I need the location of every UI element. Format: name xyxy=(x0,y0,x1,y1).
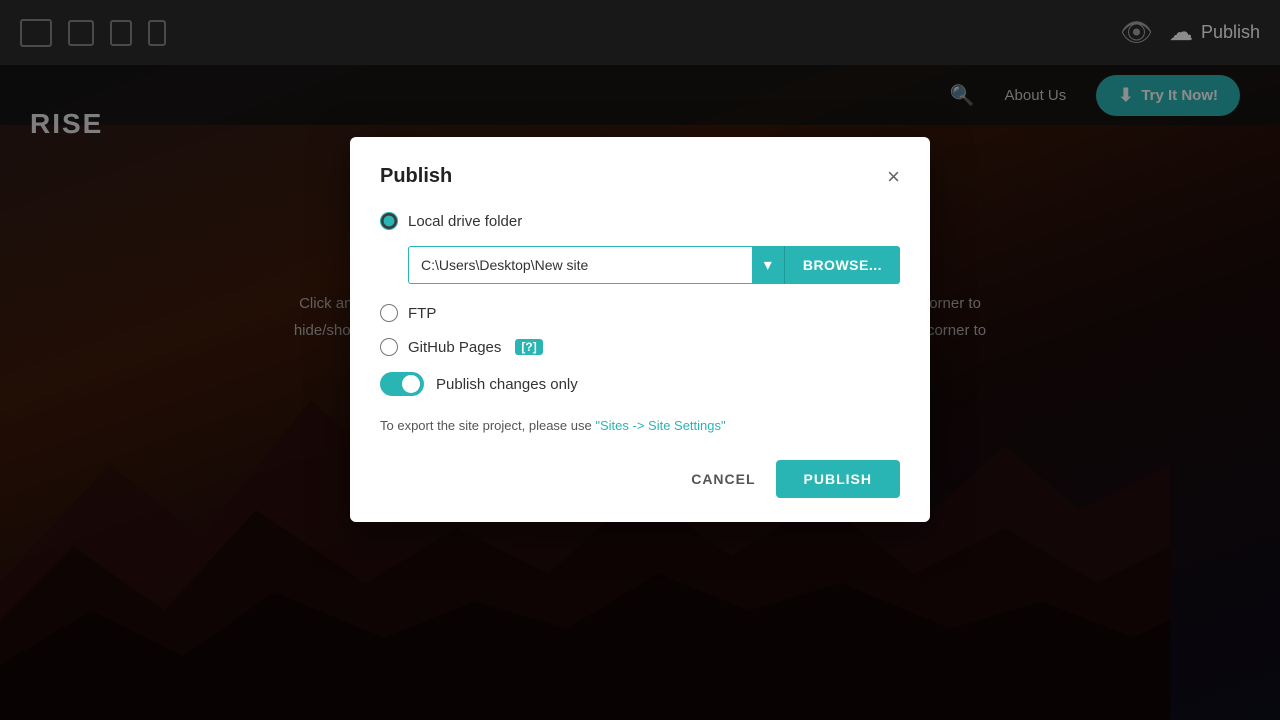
help-badge[interactable]: [?] xyxy=(515,339,542,355)
local-drive-radio[interactable] xyxy=(380,212,398,230)
export-note: To export the site project, please use "… xyxy=(380,416,900,436)
publish-dialog: Publish × Local drive folder ▾ BROWSE...… xyxy=(350,137,930,522)
ftp-label: FTP xyxy=(408,304,436,321)
github-label: GitHub Pages xyxy=(408,338,501,355)
path-input[interactable] xyxy=(408,246,752,284)
local-drive-option[interactable]: Local drive folder xyxy=(380,212,900,230)
path-row: ▾ BROWSE... xyxy=(408,246,900,284)
ftp-option[interactable]: FTP xyxy=(380,304,900,322)
github-radio[interactable] xyxy=(380,338,398,356)
toggle-track xyxy=(380,372,424,396)
close-dialog-button[interactable]: × xyxy=(887,165,900,187)
export-note-text: To export the site project, please use xyxy=(380,418,595,433)
toggle-row: Publish changes only xyxy=(380,372,900,396)
ftp-radio[interactable] xyxy=(380,304,398,322)
publish-changes-toggle[interactable] xyxy=(380,372,424,396)
browse-button[interactable]: BROWSE... xyxy=(785,246,900,284)
cancel-button[interactable]: CANCEL xyxy=(687,460,759,496)
publish-button[interactable]: PUBLISH xyxy=(776,459,900,497)
path-dropdown-button[interactable]: ▾ xyxy=(752,246,785,284)
local-drive-label: Local drive folder xyxy=(408,212,522,229)
dialog-title: Publish xyxy=(380,165,452,188)
toggle-label: Publish changes only xyxy=(436,375,578,392)
dialog-footer: CANCEL PUBLISH xyxy=(380,459,900,497)
dialog-header: Publish × xyxy=(380,165,900,188)
export-link[interactable]: "Sites -> Site Settings" xyxy=(595,418,725,433)
github-option[interactable]: GitHub Pages [?] xyxy=(380,338,900,356)
